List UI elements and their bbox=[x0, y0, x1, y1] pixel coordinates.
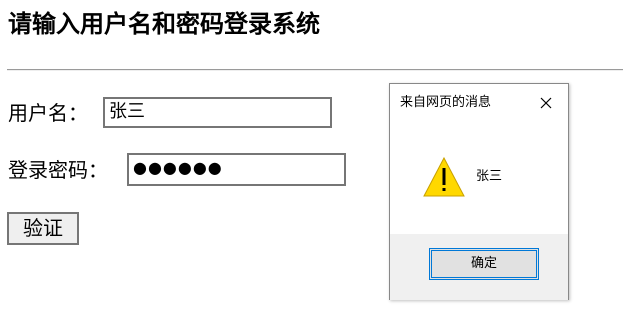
alert-dialog: 来自网页的消息 张三 确定 bbox=[389, 83, 569, 300]
ok-button[interactable]: 确定 bbox=[429, 248, 539, 280]
password-value: ●●●●●● bbox=[133, 158, 223, 177]
login-page: 请输入用户名和密码登录系统 用户名： 张三 登录密码： ●●●●●● 验证 来自… bbox=[0, 0, 623, 323]
horizontal-divider bbox=[7, 69, 623, 71]
verify-button[interactable]: 验证 bbox=[7, 212, 79, 245]
warning-icon bbox=[422, 156, 466, 198]
dialog-footer: 确定 bbox=[390, 234, 568, 300]
username-label: 用户名： bbox=[8, 101, 88, 125]
dialog-title: 来自网页的消息 bbox=[400, 95, 492, 110]
password-field[interactable]: ●●●●●● bbox=[127, 153, 346, 186]
username-field[interactable]: 张三 bbox=[103, 97, 332, 128]
close-icon[interactable] bbox=[536, 93, 556, 113]
username-value: 张三 bbox=[109, 101, 145, 122]
dialog-message: 张三 bbox=[476, 169, 503, 184]
page-title: 请输入用户名和密码登录系统 bbox=[8, 9, 320, 38]
password-label: 登录密码： bbox=[8, 158, 108, 182]
